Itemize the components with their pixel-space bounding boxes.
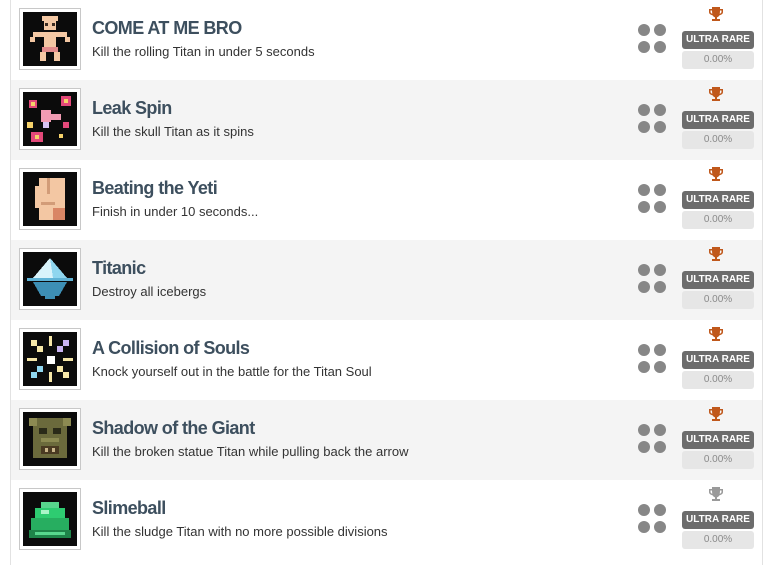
trophy-icon	[709, 407, 723, 421]
progress-dots-icon	[638, 264, 668, 294]
achievement-description: Knock yourself out in the battle for the…	[92, 364, 372, 379]
pixel-flowers-icon	[23, 92, 77, 146]
pixel-man-icon	[23, 12, 77, 66]
achievement-description: Finish in under 10 seconds...	[92, 204, 259, 219]
achievement-description: Kill the broken statue Titan while pulli…	[92, 444, 409, 459]
progress-dots-icon	[638, 24, 668, 54]
pixel-fist-icon	[23, 172, 77, 226]
unlock-percentage: 0.00%	[682, 291, 754, 309]
rarity-badge: ULTRA RARE	[682, 511, 754, 529]
achievement-title: Leak Spin	[92, 98, 172, 118]
progress-dots-icon	[638, 344, 668, 374]
progress-dots-icon	[638, 504, 668, 534]
achievement-icon-frame	[19, 408, 81, 470]
achievement-icon-frame	[19, 248, 81, 310]
progress-dots-icon	[638, 424, 668, 454]
unlock-percentage: 0.00%	[682, 211, 754, 229]
achievement-description: Destroy all icebergs	[92, 284, 207, 299]
achievement-icon-frame	[19, 168, 81, 230]
achievement-list: COME AT ME BRO Kill the rolling Titan in…	[10, 0, 763, 565]
progress-dots-icon	[638, 184, 668, 214]
rarity-badge: ULTRA RARE	[682, 271, 754, 289]
achievement-title: COME AT ME BRO	[92, 18, 242, 38]
trophy-icon	[709, 87, 723, 101]
rarity-badge: ULTRA RARE	[682, 351, 754, 369]
achievement-description: Kill the skull Titan as it spins	[92, 124, 254, 139]
achievement-row[interactable]: COME AT ME BRO Kill the rolling Titan in…	[11, 0, 762, 80]
trophy-icon	[709, 247, 723, 261]
trophy-icon	[709, 327, 723, 341]
achievement-icon-frame	[19, 88, 81, 150]
achievement-row[interactable]: Slimeball Kill the sludge Titan with no …	[11, 480, 762, 560]
unlock-percentage: 0.00%	[682, 531, 754, 549]
achievement-description: Kill the rolling Titan in under 5 second…	[92, 44, 315, 59]
rarity-badge: ULTRA RARE	[682, 111, 754, 129]
unlock-percentage: 0.00%	[682, 51, 754, 69]
achievement-row[interactable]: A Collision of Souls Knock yourself out …	[11, 320, 762, 400]
rarity-badge: ULTRA RARE	[682, 31, 754, 49]
unlock-percentage: 0.00%	[682, 371, 754, 389]
progress-dots-icon	[638, 104, 668, 134]
pixel-slime-icon	[23, 492, 77, 546]
achievement-icon-frame	[19, 8, 81, 70]
achievement-row[interactable]: Leak Spin Kill the skull Titan as it spi…	[11, 80, 762, 160]
achievement-title: Slimeball	[92, 498, 166, 518]
trophy-icon	[709, 167, 723, 181]
achievement-row[interactable]: Beating the Yeti Finish in under 10 seco…	[11, 160, 762, 240]
achievement-description: Kill the sludge Titan with no more possi…	[92, 524, 388, 539]
achievement-title: A Collision of Souls	[92, 338, 250, 358]
achievement-row[interactable]: Shadow of the Giant Kill the broken stat…	[11, 400, 762, 480]
trophy-icon	[709, 487, 723, 501]
pixel-burst-icon	[23, 332, 77, 386]
achievement-icon-frame	[19, 488, 81, 550]
unlock-percentage: 0.00%	[682, 451, 754, 469]
pixel-statue-icon	[23, 412, 77, 466]
achievement-title: Titanic	[92, 258, 146, 278]
rarity-badge: ULTRA RARE	[682, 431, 754, 449]
unlock-percentage: 0.00%	[682, 131, 754, 149]
pixel-iceberg-icon	[23, 252, 77, 306]
achievement-icon-frame	[19, 328, 81, 390]
rarity-badge: ULTRA RARE	[682, 191, 754, 209]
trophy-icon	[709, 7, 723, 21]
achievement-title: Shadow of the Giant	[92, 418, 255, 438]
achievement-title: Beating the Yeti	[92, 178, 218, 198]
achievement-row[interactable]: Titanic Destroy all icebergs ULTRA RARE …	[11, 240, 762, 320]
